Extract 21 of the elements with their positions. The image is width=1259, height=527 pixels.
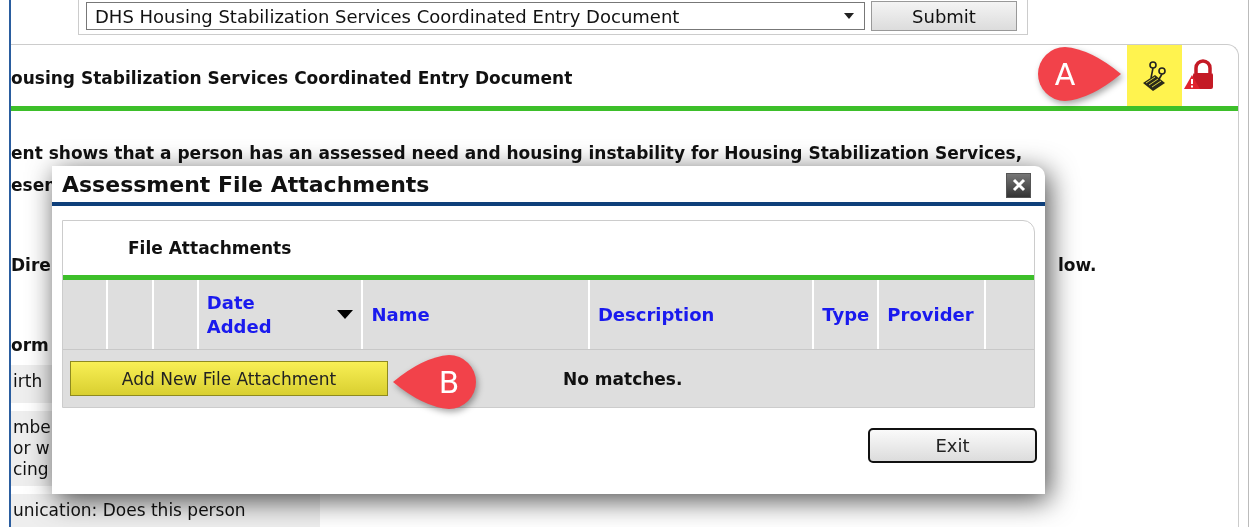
add-attachment-button[interactable]: Add New File Attachment — [70, 361, 388, 396]
section-heading: orm — [11, 335, 49, 355]
submit-button[interactable]: Submit — [871, 1, 1017, 31]
attachments-button[interactable] — [1127, 45, 1182, 106]
close-icon — [1011, 178, 1026, 192]
dialog-title: Assessment File Attachments — [62, 171, 430, 197]
section-title: ousing Stabilization Services Coordinated Entry Document — [11, 67, 573, 88]
exit-button[interactable]: Exit — [868, 428, 1037, 463]
field-label: or w — [13, 438, 50, 459]
field-label: irth — [13, 371, 43, 392]
dropdown-arrow-icon — [844, 13, 854, 19]
section-title: File Attachments — [128, 238, 292, 258]
empty-message: No matches. — [563, 368, 683, 389]
document-select[interactable]: DHS Housing Stabilization Services Coordinated Entry Document — [86, 2, 865, 30]
field-label: cing — [13, 459, 49, 480]
instruction-text: Dire — [11, 255, 51, 275]
instruction-text: low. — [1058, 255, 1097, 275]
field-label: mbe — [13, 417, 51, 438]
close-button[interactable] — [1006, 172, 1031, 198]
field-label: unication: Does this person — [13, 500, 246, 521]
description-text: ent shows that a person has an assessed need and housing instability for Housing Stabilization Services, — [11, 143, 1023, 163]
